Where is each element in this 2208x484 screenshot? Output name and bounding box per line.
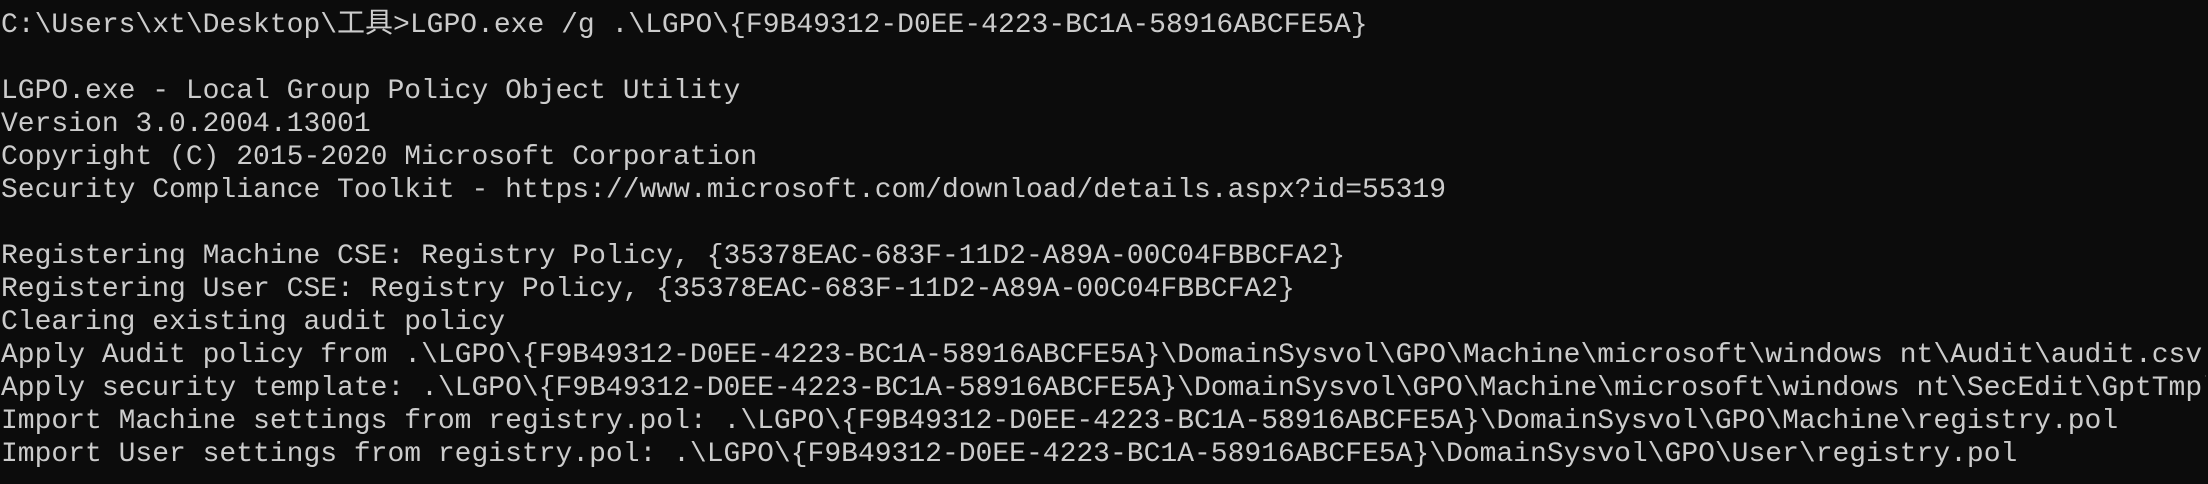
- output-line-import-user: Import User settings from registry.pol: …: [1, 439, 2018, 470]
- output-line-apply-security-template: Apply security template: .\LGPO\{F9B4931…: [1, 373, 2208, 404]
- output-line-version: Version 3.0.2004.13001: [1, 109, 371, 140]
- console-output[interactable]: C:\Users\xt\Desktop\工具>LGPO.exe /g .\LGP…: [0, 0, 2208, 484]
- output-line-apply-audit: Apply Audit policy from .\LGPO\{F9B49312…: [1, 340, 2203, 371]
- output-line-copyright: Copyright (C) 2015-2020 Microsoft Corpor…: [1, 142, 758, 173]
- command-prompt-line: C:\Users\xt\Desktop\工具>LGPO.exe /g .\LGP…: [1, 10, 1368, 41]
- output-line-register-machine-cse: Registering Machine CSE: Registry Policy…: [1, 241, 1346, 272]
- output-line-register-user-cse: Registering User CSE: Registry Policy, {…: [1, 274, 1295, 305]
- output-line-import-machine: Import Machine settings from registry.po…: [1, 406, 2119, 437]
- output-line-clear-audit: Clearing existing audit policy: [1, 307, 506, 338]
- output-line-utility-name: LGPO.exe - Local Group Policy Object Uti…: [1, 76, 741, 107]
- output-line-toolkit-url: Security Compliance Toolkit - https://ww…: [1, 175, 1447, 206]
